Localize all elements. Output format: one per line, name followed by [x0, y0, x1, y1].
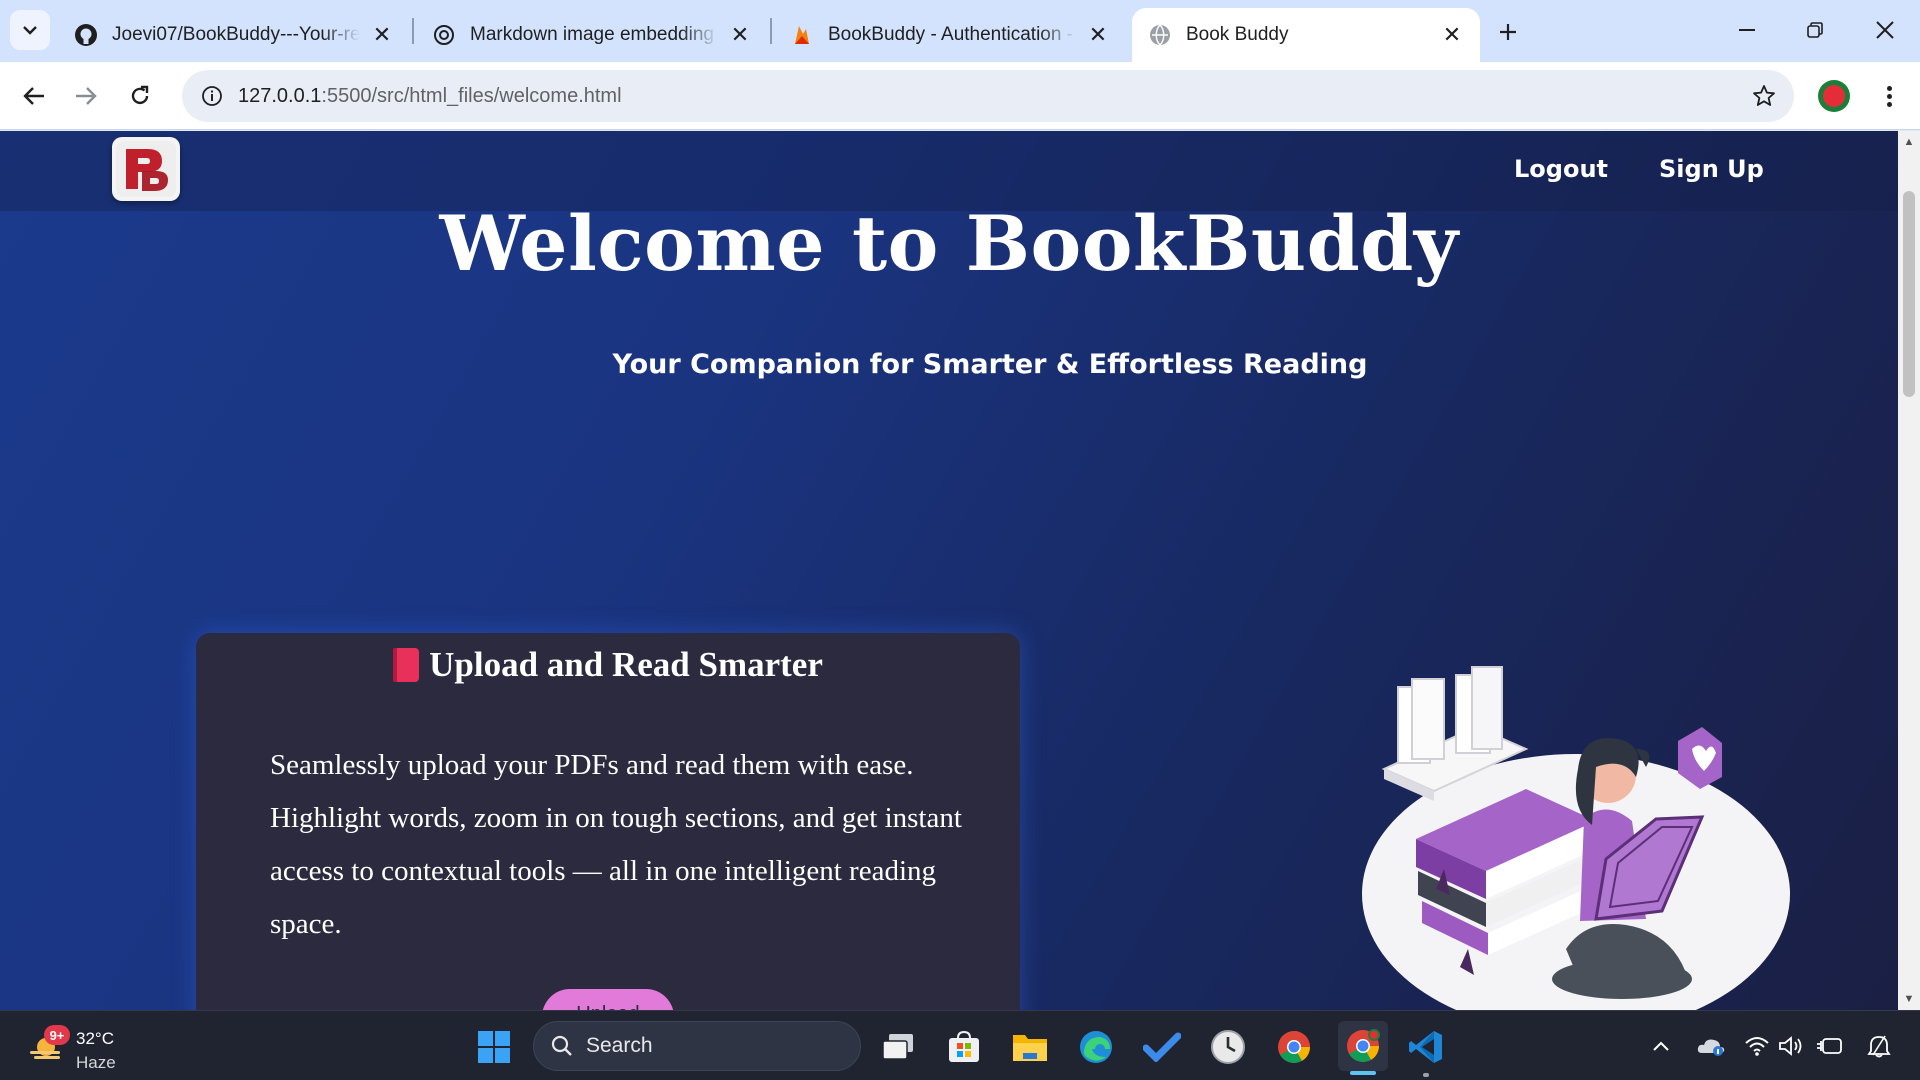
restore-button[interactable] [1782, 8, 1848, 52]
card-description: Seamlessly upload your PDFs and read the… [270, 749, 962, 940]
url-host: 127.0.0.1 [238, 84, 322, 107]
active-app-indicator [1350, 1071, 1376, 1075]
browser-menu-icon[interactable] [1874, 80, 1904, 112]
bookmark-star-icon[interactable] [1750, 82, 1778, 110]
tab-search-button[interactable] [10, 10, 50, 50]
tab-github[interactable]: Joevi07/BookBuddy---Your-reading-compani… [58, 8, 410, 62]
close-window-button[interactable] [1852, 8, 1918, 52]
battery-charging-icon[interactable] [1812, 1029, 1846, 1063]
scrollbar-thumb[interactable] [1903, 191, 1915, 397]
scroll-down-icon[interactable]: ▼ [1902, 992, 1916, 1006]
edge-icon[interactable] [1074, 1025, 1118, 1069]
clock-icon[interactable] [1206, 1025, 1250, 1069]
weather-condition: Haze [76, 1053, 116, 1072]
browser-toolbar: 127.0.0.1:5500/src/html_files/welcome.ht… [0, 62, 1920, 130]
close-icon[interactable]: ✕ [370, 22, 394, 47]
windows-taskbar: 9+ 32°C Haze Search [0, 1010, 1920, 1080]
close-icon[interactable]: ✕ [1440, 22, 1464, 47]
tab-firebase[interactable]: BookBuddy - Authentication - Firebase ✕ [774, 8, 1126, 62]
plus-icon [1500, 24, 1516, 40]
url-path: :5500/src/html_files/welcome.html [321, 84, 622, 107]
onedrive-icon[interactable] [1694, 1029, 1728, 1063]
notification-badge: 9+ [44, 1025, 70, 1045]
search-icon [551, 1035, 572, 1056]
chatgpt-icon [432, 23, 456, 47]
todo-icon[interactable] [1140, 1025, 1184, 1069]
tab-book-buddy[interactable]: Book Buddy ✕ [1132, 8, 1480, 62]
chrome-profile-icon[interactable] [1338, 1021, 1388, 1071]
site-info-icon[interactable] [186, 70, 238, 122]
volume-icon[interactable] [1774, 1029, 1808, 1063]
show-hidden-icons-chevron-up-icon[interactable] [1644, 1029, 1678, 1063]
url-text: 127.0.0.1:5500/src/html_files/welcome.ht… [238, 85, 622, 108]
reload-icon [131, 85, 149, 105]
wifi-icon[interactable] [1740, 1029, 1774, 1063]
tab-chatgpt[interactable]: Markdown image embedding ✕ [416, 8, 768, 62]
microsoft-store-icon[interactable] [942, 1025, 986, 1069]
close-icon [1876, 21, 1894, 39]
globe-icon [1148, 23, 1172, 47]
arrow-right-icon [76, 87, 97, 105]
card-title-text: Upload and Read Smarter [429, 645, 823, 684]
chrome-icon[interactable] [1272, 1025, 1316, 1069]
card-title: Upload and Read Smarter [196, 645, 1020, 685]
task-view-icon[interactable] [876, 1025, 920, 1069]
forward-button[interactable] [64, 74, 108, 118]
bookbuddy-logo[interactable] [112, 137, 180, 201]
weather-widget[interactable]: 9+ 32°C Haze [26, 1019, 136, 1073]
minimize-button[interactable] [1714, 8, 1780, 52]
notifications-bell-icon[interactable] [1862, 1029, 1896, 1063]
browser-tab-strip: Joevi07/BookBuddy---Your-reading-compani… [0, 0, 1920, 62]
weather-temperature: 32°C [76, 1029, 114, 1048]
book-icon [393, 648, 420, 682]
page-subtitle: Your Companion for Smarter & Effortless … [612, 349, 1368, 380]
restore-icon [1807, 22, 1823, 38]
tab-title: Joevi07/BookBuddy---Your-reading-compani… [112, 24, 360, 45]
file-explorer-icon[interactable] [1008, 1025, 1052, 1069]
taskbar-search-box[interactable]: Search [533, 1021, 861, 1071]
back-button[interactable] [12, 74, 56, 118]
firebase-icon [790, 23, 814, 47]
close-icon[interactable]: ✕ [728, 22, 752, 47]
address-bar[interactable]: 127.0.0.1:5500/src/html_files/welcome.ht… [182, 70, 1794, 122]
tab-title: BookBuddy - Authentication - Firebase [828, 24, 1076, 45]
upload-feature-card: Upload and Read Smarter Seamlessly uploa… [196, 633, 1020, 1010]
search-placeholder: Search [586, 1034, 653, 1057]
page-title: Welcome to BookBuddy [439, 199, 1459, 288]
tab-title: Book Buddy [1186, 24, 1289, 45]
page-scrollbar[interactable]: ▲ ▼ [1898, 131, 1920, 1010]
profile-avatar[interactable] [1818, 80, 1850, 112]
scroll-up-icon[interactable]: ▲ [1902, 135, 1916, 149]
github-icon [74, 23, 98, 47]
chevron-down-icon [23, 26, 37, 35]
new-tab-button[interactable] [1490, 14, 1526, 50]
reload-button[interactable] [118, 74, 162, 118]
arrow-left-icon [23, 87, 44, 105]
running-app-indicator [1423, 1073, 1429, 1077]
tab-title: Markdown image embedding [470, 24, 714, 45]
webpage: Logout Sign Up Welcome to BookBuddy Your… [0, 131, 1898, 1010]
signup-link[interactable]: Sign Up [1659, 155, 1764, 183]
windows-start-icon[interactable] [472, 1025, 516, 1069]
upload-button[interactable]: Upload [542, 989, 674, 1010]
vscode-icon[interactable] [1404, 1025, 1448, 1069]
tab-separator [770, 18, 772, 44]
logout-link[interactable]: Logout [1514, 155, 1608, 183]
tab-separator [412, 18, 414, 44]
minimize-icon [1739, 29, 1755, 31]
close-icon[interactable]: ✕ [1086, 22, 1110, 47]
reading-woman-illustration [1362, 666, 1790, 1010]
